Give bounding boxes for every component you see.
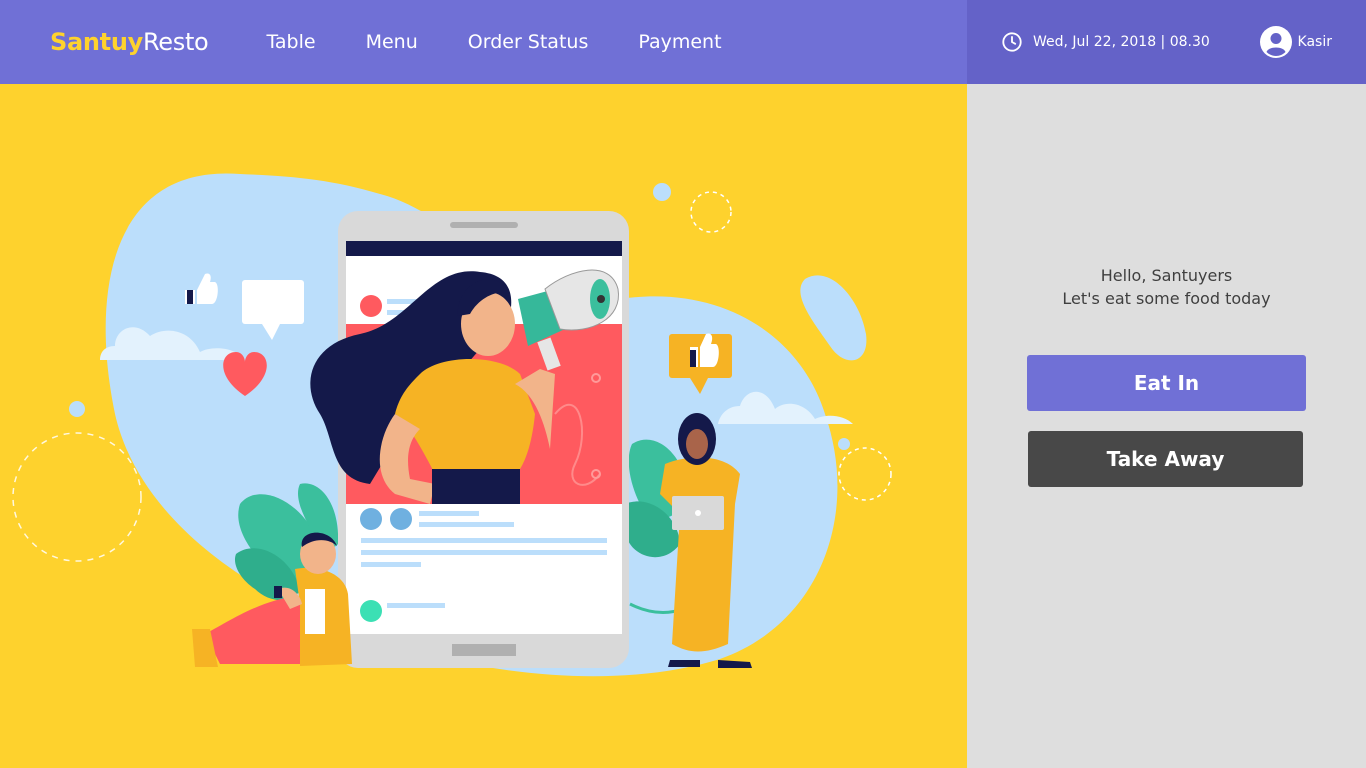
eat-in-button[interactable]: Eat In — [1027, 355, 1306, 411]
top-navbar: SantuyResto Table Menu Order Status Paym… — [0, 0, 967, 84]
decor-dot — [653, 183, 671, 201]
brand-name-part2: Resto — [142, 28, 209, 56]
nav-item-payment[interactable]: Payment — [638, 31, 721, 53]
user-avatar-icon — [1259, 26, 1292, 58]
main-nav: Table Menu Order Status Payment — [266, 31, 771, 53]
side-header: Wed, Jul 22, 2018 | 08.30 Kasir — [967, 0, 1366, 84]
post-avatar — [360, 508, 382, 530]
nav-item-order-status[interactable]: Order Status — [468, 31, 589, 53]
decor-dashed-circle — [12, 432, 142, 562]
post-avatar — [360, 295, 382, 317]
woman2-face — [686, 429, 708, 459]
phone-statusbar — [346, 241, 622, 256]
decor-dashed-circle — [690, 191, 732, 233]
greeting-line-2: Let's eat some food today — [1062, 289, 1271, 308]
decor-dashed-circle — [838, 447, 892, 501]
brand-logo[interactable]: SantuyResto — [50, 28, 209, 56]
brand-name-part1: Santuy — [50, 28, 143, 56]
app-root: SantuyResto Table Menu Order Status Paym… — [0, 0, 1366, 768]
user-menu[interactable]: Kasir — [1259, 26, 1332, 58]
order-type-panel: Hello, Santuyers Let's eat some food tod… — [967, 84, 1366, 768]
clock-icon — [1002, 32, 1022, 52]
post-avatar — [390, 508, 412, 530]
nav-item-menu[interactable]: Menu — [366, 31, 418, 53]
greeting-text: Hello, Santuyers Let's eat some food tod… — [967, 264, 1366, 310]
phone-home-button — [452, 644, 516, 656]
phone-speaker — [450, 222, 518, 228]
nav-item-table[interactable]: Table — [266, 31, 315, 53]
greeting-line-1: Hello, Santuyers — [1100, 266, 1233, 285]
background-blob-small — [800, 275, 867, 361]
take-away-button[interactable]: Take Away — [1028, 431, 1303, 487]
hero-illustration — [12, 173, 892, 677]
post-avatar — [360, 600, 382, 622]
chat-bubble-icon — [242, 280, 304, 324]
woman-jeans — [432, 469, 520, 504]
header-datetime: Wed, Jul 22, 2018 | 08.30 — [1033, 34, 1210, 50]
decor-dot — [838, 438, 850, 450]
decor-dot — [69, 401, 85, 417]
user-name: Kasir — [1297, 34, 1332, 50]
man-phone — [274, 586, 282, 598]
